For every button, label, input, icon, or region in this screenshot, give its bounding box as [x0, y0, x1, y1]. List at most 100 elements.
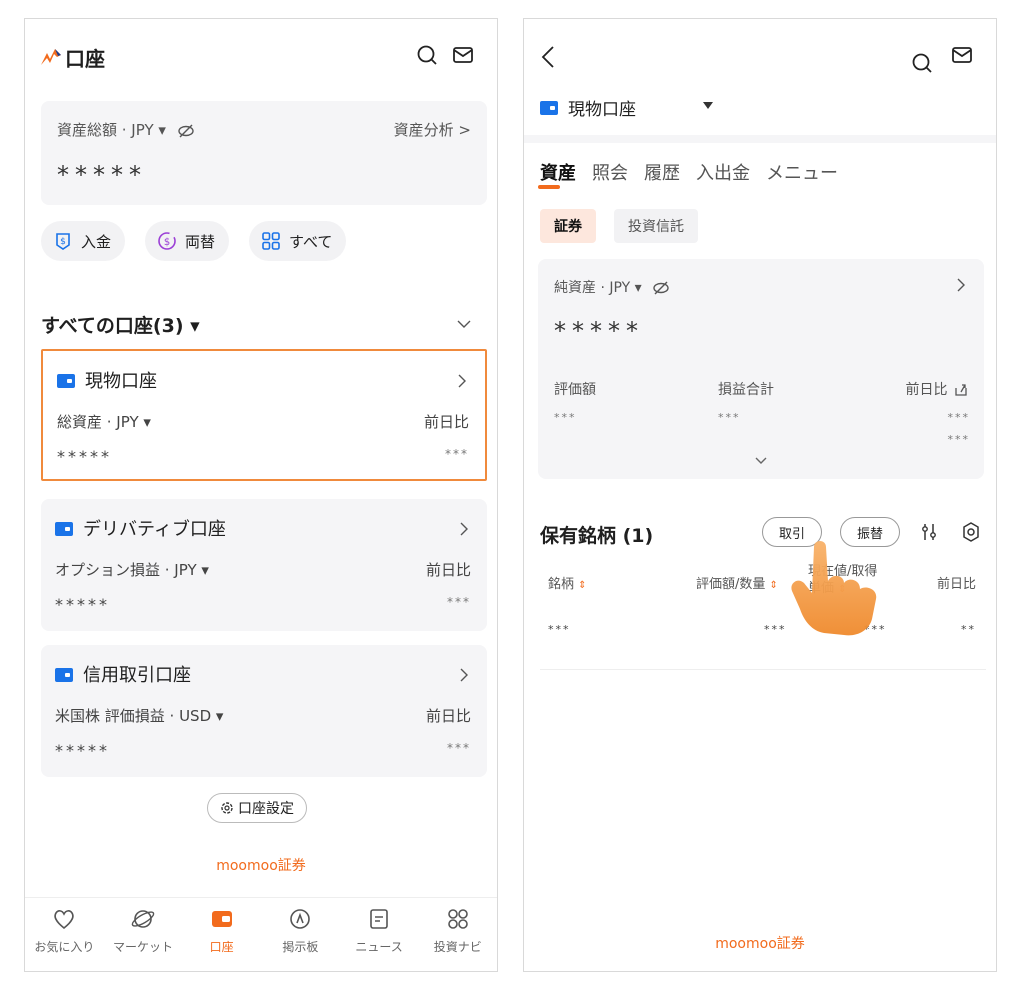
- account-detail-screen: 現物口座 資産 照会 履歴 入出金 メニュー 証券 投資信託 純資産 · JPY…: [523, 18, 997, 972]
- sub-tabs: 資産 照会 履歴 入出金 メニュー: [538, 159, 838, 189]
- row-divider: [540, 669, 986, 670]
- tab-label: 掲示板: [282, 940, 319, 954]
- account-sub-label[interactable]: オプション損益 · JPY ▾: [55, 559, 209, 580]
- tab-board[interactable]: 掲示板: [261, 898, 340, 971]
- brand-footer: moomoo証券: [715, 936, 805, 952]
- share-icon[interactable]: [954, 383, 968, 397]
- tab-menu[interactable]: メニュー: [766, 159, 838, 185]
- heart-icon: [51, 906, 77, 932]
- holding-day-change: **: [961, 623, 976, 636]
- grid-icon: [261, 231, 281, 251]
- search-icon[interactable]: [908, 49, 936, 77]
- chat-icon: [287, 906, 313, 932]
- valuation-label: 評価額: [554, 382, 596, 398]
- tab-label: ニュース: [355, 940, 403, 954]
- gear-icon[interactable]: [960, 521, 982, 543]
- holding-symbol[interactable]: ***: [548, 623, 571, 636]
- account-selector[interactable]: 現物口座: [540, 95, 636, 120]
- total-assets-card[interactable]: 資産総額 · JPY ▾ 資産分析 > *****: [41, 101, 487, 205]
- tab-invest-navi[interactable]: 投資ナビ: [418, 898, 497, 971]
- account-name: デリバティブ口座: [83, 519, 226, 540]
- apps-icon: [445, 906, 471, 932]
- exchange-label: 両替: [185, 232, 216, 251]
- account-name: 現物口座: [85, 371, 157, 392]
- account-card-derivatives[interactable]: デリバティブ口座 オプション損益 · JPY ▾ 前日比 ***** ***: [41, 499, 487, 631]
- net-assets-card[interactable]: 純資産 · JPY ▾ ***** 評価額 損益合計 前日比 *** *** *…: [538, 259, 984, 479]
- sort-icon: ⇕: [769, 580, 778, 591]
- tab-inquiry[interactable]: 照会: [592, 159, 628, 185]
- tab-label: 口座: [209, 940, 234, 954]
- planet-icon: [130, 906, 156, 932]
- holding-value: ***: [764, 623, 787, 636]
- eye-hidden-icon[interactable]: [652, 281, 670, 295]
- account-value: *****: [55, 595, 110, 614]
- chevron-right-icon: [455, 373, 469, 389]
- tab-label: お気に入り: [34, 940, 95, 954]
- total-assets-label[interactable]: 資産総額 · JPY ▾: [57, 119, 195, 140]
- mail-icon[interactable]: [449, 41, 477, 69]
- all-actions-button[interactable]: すべて: [249, 221, 347, 261]
- account-value: *****: [57, 447, 112, 466]
- tab-market[interactable]: マーケット: [104, 898, 183, 971]
- tab-account[interactable]: 口座: [182, 898, 261, 971]
- tab-assets[interactable]: 資産: [538, 159, 576, 189]
- deposit-label: 入金: [81, 232, 112, 251]
- filter-icon[interactable]: [918, 521, 940, 543]
- account-name: 信用取引口座: [83, 665, 191, 686]
- news-icon: [366, 906, 392, 932]
- svg-text:$: $: [60, 237, 66, 247]
- tab-label: 投資ナビ: [433, 940, 482, 954]
- col-value-qty[interactable]: 評価額/数量 ⇕: [696, 573, 778, 592]
- eye-hidden-icon[interactable]: [177, 124, 195, 138]
- deposit-icon: $: [53, 231, 73, 251]
- account-compare-value: ***: [445, 447, 469, 461]
- deposit-button[interactable]: $ 入金: [41, 221, 126, 261]
- total-pl-label: 損益合計: [718, 382, 774, 398]
- tab-news[interactable]: ニュース: [340, 898, 419, 971]
- account-card-cash[interactable]: 現物口座 総資産 · JPY ▾ 前日比 ***** ***: [41, 349, 487, 481]
- net-assets-value: *****: [554, 317, 644, 345]
- tab-history[interactable]: 履歴: [644, 159, 680, 185]
- wallet-icon: [57, 374, 75, 388]
- tab-favorites[interactable]: お気に入り: [25, 898, 104, 971]
- account-settings-label: 口座設定: [238, 801, 294, 817]
- chevron-down-icon[interactable]: [455, 315, 473, 333]
- mail-icon[interactable]: [948, 41, 976, 69]
- chevron-down-icon[interactable]: [754, 455, 768, 467]
- day-change-label[interactable]: 前日比: [906, 379, 968, 399]
- account-compare-label: 前日比: [425, 707, 471, 725]
- chip-mutual-funds[interactable]: 投資信託: [614, 209, 698, 243]
- back-icon[interactable]: [538, 45, 558, 69]
- tab-deposit-withdraw[interactable]: 入出金: [696, 159, 750, 185]
- account-compare-label: 前日比: [425, 561, 471, 579]
- chip-securities[interactable]: 証券: [540, 209, 596, 243]
- total-assets-value: *****: [57, 161, 147, 189]
- section-divider: [524, 135, 996, 143]
- exchange-button[interactable]: $ 両替: [145, 221, 230, 261]
- caret-down-icon[interactable]: [702, 101, 714, 111]
- chevron-right-icon[interactable]: [954, 277, 968, 293]
- wallet-icon: [55, 668, 73, 682]
- wallet-icon: [540, 100, 558, 115]
- col-symbol[interactable]: 銘柄 ⇕: [548, 573, 587, 592]
- account-card-margin[interactable]: 信用取引口座 米国株 評価損益 · USD ▾ 前日比 ***** ***: [41, 645, 487, 777]
- asset-analysis-link[interactable]: 資産分析 >: [394, 119, 471, 140]
- account-compare-value: ***: [447, 595, 471, 609]
- brand-footer: moomoo証券: [216, 858, 306, 874]
- valuation-value: ***: [554, 411, 577, 424]
- svg-text:$: $: [164, 237, 170, 248]
- page-title: 口座: [65, 47, 105, 71]
- account-sub-label[interactable]: 米国株 評価損益 · USD ▾: [55, 705, 223, 726]
- account-value: *****: [55, 741, 110, 760]
- col-day-change[interactable]: 前日比: [937, 573, 976, 592]
- all-accounts-dropdown[interactable]: すべての口座(3) ▾: [41, 311, 200, 338]
- wallet-icon: [55, 522, 73, 536]
- bottom-tab-bar: お気に入り マーケット 口座 掲示板 ニュース 投資ナビ: [25, 897, 497, 971]
- search-icon[interactable]: [413, 41, 441, 69]
- account-sub-label[interactable]: 総資産 · JPY ▾: [57, 411, 151, 432]
- tab-label: マーケット: [113, 940, 174, 954]
- chevron-right-icon: [457, 667, 471, 683]
- net-assets-label[interactable]: 純資産 · JPY ▾: [554, 277, 670, 297]
- account-selector-label: 現物口座: [568, 100, 636, 120]
- account-settings-button[interactable]: 口座設定: [207, 793, 307, 823]
